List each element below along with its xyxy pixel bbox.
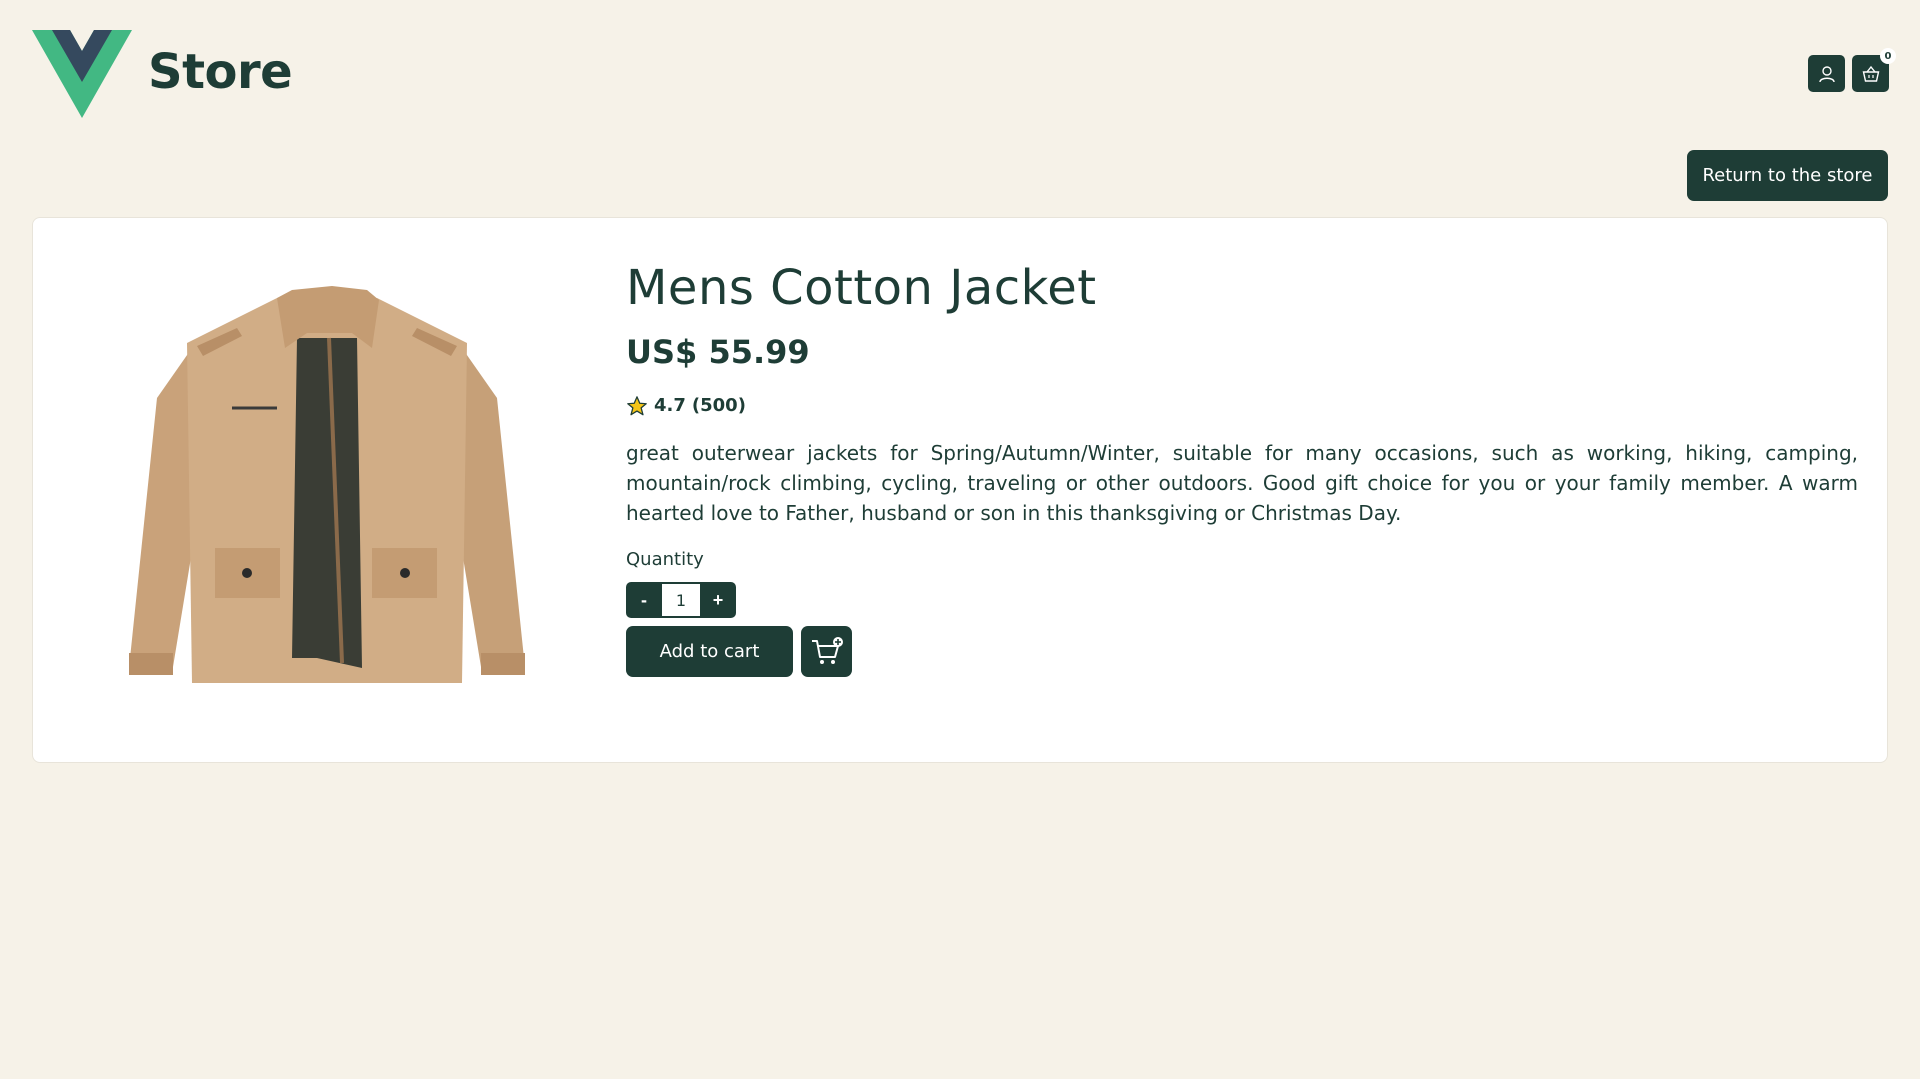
- account-button[interactable]: [1808, 55, 1845, 92]
- rating-value: 4.7: [654, 395, 686, 416]
- user-icon: [1818, 65, 1835, 82]
- quantity-input[interactable]: [662, 582, 700, 618]
- brand-title[interactable]: Store: [148, 44, 293, 100]
- star-icon: [627, 396, 647, 416]
- add-to-cart-button[interactable]: Add to cart: [626, 626, 793, 677]
- product-rating: 4.7 (500): [626, 394, 1858, 418]
- rating-count: (500): [691, 395, 746, 416]
- quick-add-cart-button[interactable]: [801, 626, 852, 677]
- purchase-actions: Add to cart: [626, 626, 1858, 677]
- product-info: Mens Cotton Jacket US$ 55.99 4.7 (500) g…: [626, 258, 1858, 677]
- product-description: great outerwear jackets for Spring/Autum…: [626, 441, 1858, 525]
- decrement-button[interactable]: -: [626, 582, 662, 618]
- product-title: Mens Cotton Jacket: [626, 260, 1097, 316]
- jacket-image: [129, 286, 525, 683]
- product-card: Mens Cotton Jacket US$ 55.99 4.7 (500) g…: [32, 217, 1888, 763]
- cart-plus-icon: [811, 636, 843, 664]
- basket-icon: [1862, 65, 1879, 82]
- return-to-store-button[interactable]: Return to the store: [1687, 150, 1888, 201]
- site-header: Store 0: [0, 0, 1920, 140]
- quantity-stepper: - +: [626, 582, 736, 618]
- cart-count-badge: 0: [1880, 48, 1896, 64]
- product-price: US$ 55.99: [626, 333, 810, 371]
- quantity-label: Quantity: [626, 549, 704, 570]
- vue-logo-icon[interactable]: [32, 30, 132, 118]
- increment-button[interactable]: +: [700, 582, 736, 618]
